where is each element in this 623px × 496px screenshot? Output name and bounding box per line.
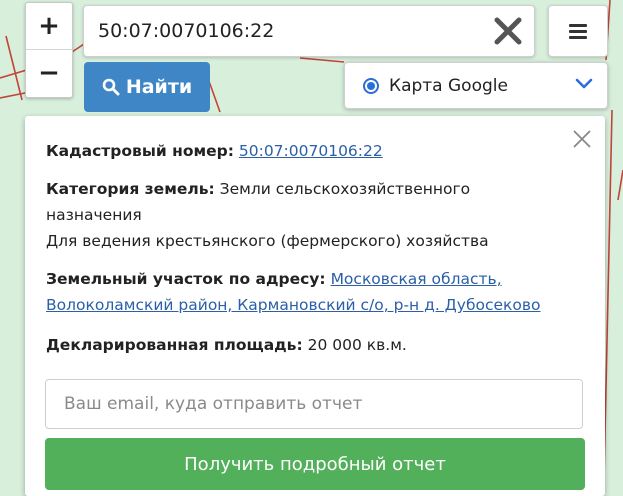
- map-layer-select[interactable]: Карта Google: [344, 62, 608, 109]
- find-button-label: Найти: [125, 76, 193, 98]
- parcel-info-panel: Кадастровый номер: 50:07:0070106:22 Кате…: [25, 116, 605, 496]
- land-usage-text: Для ведения крестьянского (фермерского) …: [46, 232, 489, 250]
- cadastral-number-label: Кадастровый номер:: [46, 142, 234, 160]
- declared-area-row: Декларированная площадь: 20 000 кв.м.: [46, 332, 407, 358]
- clear-search-button[interactable]: [492, 15, 524, 47]
- search-icon: [102, 78, 120, 96]
- land-category-row: Категория земель: Земли сельскохозяйстве…: [46, 176, 489, 254]
- cadastral-number-row: Кадастровый номер: 50:07:0070106:22: [46, 138, 383, 164]
- address-label: Земельный участок по адресу:: [46, 270, 326, 288]
- close-x-icon: [494, 17, 522, 45]
- cadastral-number-link[interactable]: 50:07:0070106:22: [239, 142, 383, 160]
- minus-icon: −: [38, 58, 60, 88]
- hamburger-menu-icon: [569, 21, 587, 42]
- zoom-out-button[interactable]: −: [26, 49, 72, 96]
- chevron-down-icon: [575, 78, 593, 89]
- get-report-label: Получить подробный отчет: [184, 453, 446, 475]
- declared-area-value: 20 000 кв.м.: [307, 336, 407, 354]
- layer-radio[interactable]: [363, 77, 379, 94]
- layer-selected-label: Карта Google: [389, 75, 508, 96]
- address-link-region[interactable]: Московская область,: [331, 270, 502, 288]
- land-category-label: Категория земель:: [46, 180, 215, 198]
- address-row: Земельный участок по адресу: Московская …: [46, 266, 541, 318]
- zoom-in-button[interactable]: +: [26, 3, 72, 49]
- land-category-value-cont: назначения: [46, 206, 142, 224]
- zoom-control: + −: [25, 2, 73, 98]
- close-panel-icon[interactable]: [571, 128, 593, 150]
- find-button[interactable]: Найти: [84, 62, 210, 112]
- menu-button[interactable]: [548, 5, 608, 57]
- email-field[interactable]: [45, 379, 583, 429]
- land-category-value: Земли сельскохозяйственного: [219, 180, 471, 198]
- search-box: [83, 5, 535, 57]
- declared-area-label: Декларированная площадь:: [46, 336, 303, 354]
- plus-icon: +: [38, 11, 60, 41]
- address-link-district[interactable]: Волоколамский район, Кармановский с/о, р…: [46, 292, 541, 318]
- get-report-button[interactable]: Получить подробный отчет: [45, 438, 585, 490]
- cadastral-search-input[interactable]: [98, 17, 478, 45]
